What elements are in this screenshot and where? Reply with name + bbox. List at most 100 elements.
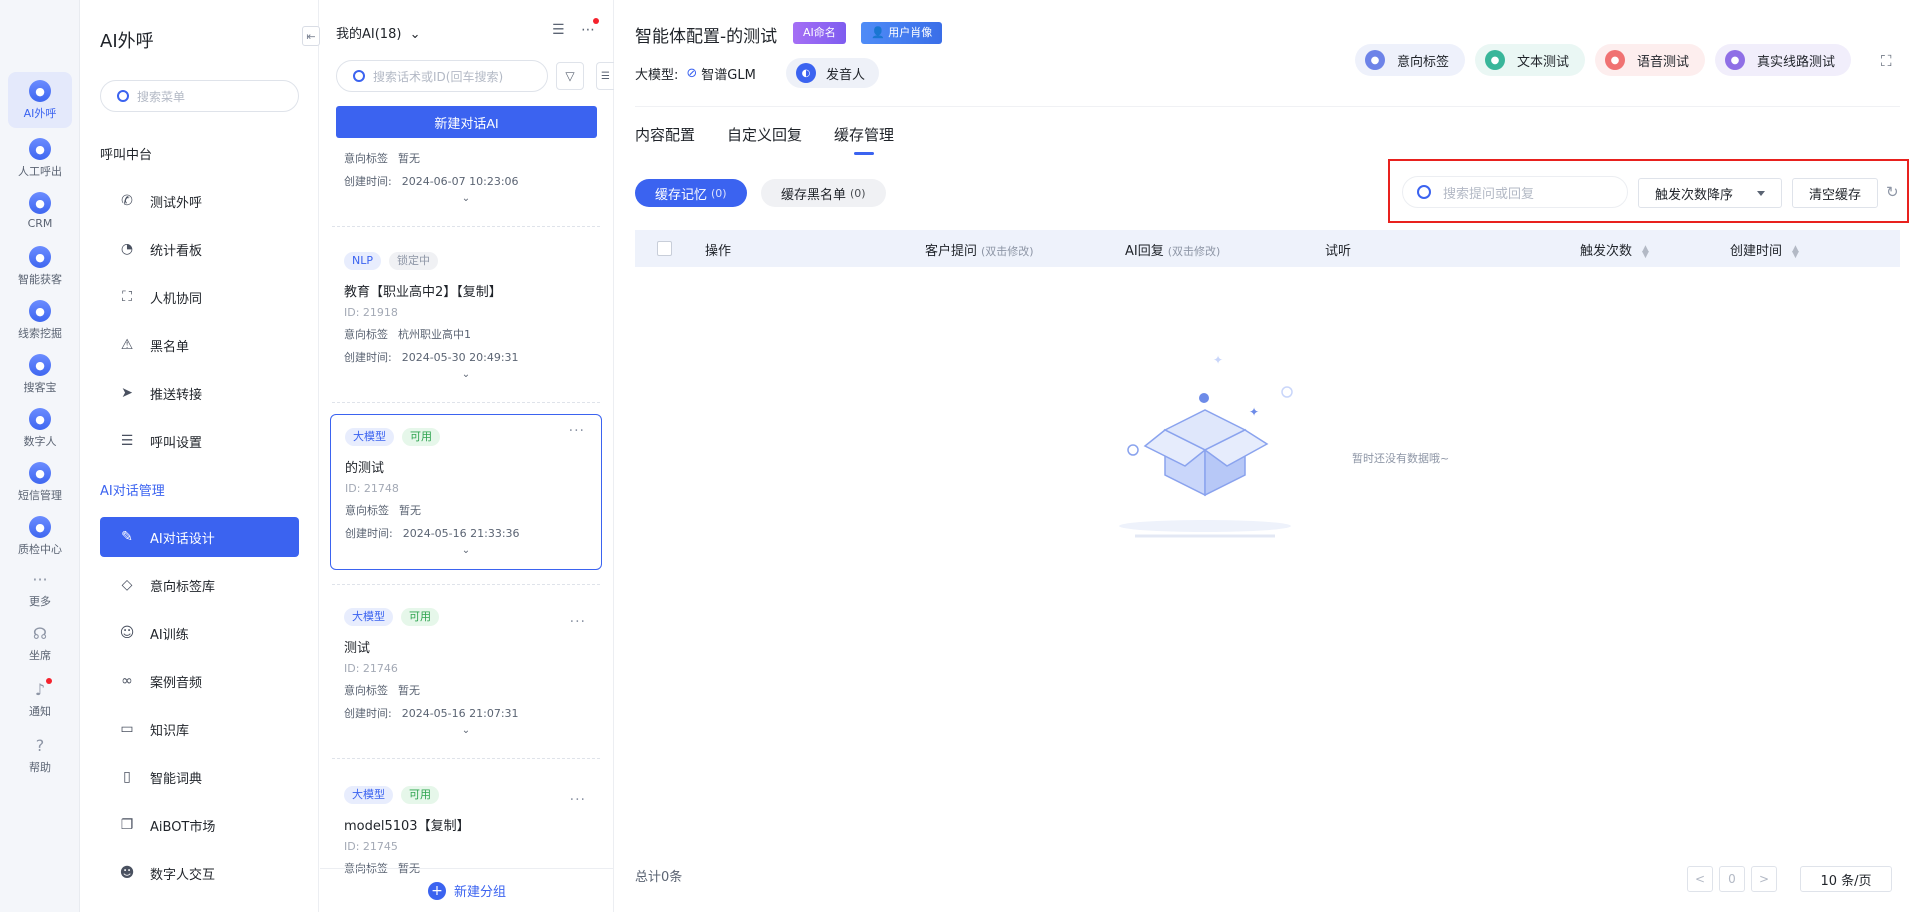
sms-icon: ● [29,462,51,484]
column-header-5[interactable]: 创建时间 ▲ ▼ [1730,240,1799,259]
collapse-menu-button[interactable]: ⇤ [302,26,320,46]
crm-icon: ● [29,192,51,214]
column-label: 客户提问 [925,244,978,259]
tab-0[interactable]: 内容配置 [635,124,695,155]
column-label: 创建时间 [1730,244,1783,259]
menu-item-group2_items-0[interactable]: ✎ AI对话设计 [100,517,299,557]
select-all-checkbox[interactable] [657,241,672,256]
subtab-0[interactable]: 缓存记忆 (0) [635,179,747,207]
menu-item-group2_items-5[interactable]: ▯ 智能词典 [100,757,299,797]
menu-item-group1_items-2[interactable]: ⛶ 人机协同 [100,277,299,317]
rail-item-1[interactable]: ● 人工呼出 [8,138,72,179]
speaker-selector[interactable]: ◐ 发音人 [786,58,880,88]
model-label: 大模型: [635,68,679,83]
ai-search-placeholder: 搜索话术或ID(回车搜索) [373,69,504,84]
list-toggle-icon[interactable]: ☰ [596,62,614,90]
menu-item-group1_items-0[interactable]: ✆ 测试外呼 [100,181,299,221]
ai-card[interactable]: NLP 锁定中 教育【职业高中2】【复制】 ID: 21918 意向标签 杭州职业高中1 创… [330,250,602,380]
more-icon[interactable]: ··· [570,614,586,630]
expand-chevron-icon[interactable]: ⌄ [344,193,588,204]
menu-item-group2_items-7[interactable]: ☻ 数字人交互 [100,853,299,893]
menu-item-group1_items-4[interactable]: ➤ 推送转接 [100,373,299,413]
menu-search-input[interactable]: 搜索菜单 [100,80,299,112]
rail-item-label: 线索挖掘 [18,327,62,340]
menu-group-ai-dialogue[interactable]: AI对话管理 [100,480,165,499]
sort-select[interactable]: 触发次数降序 [1638,178,1782,208]
rail-item-2[interactable]: ● CRM [8,192,72,230]
subtab-1[interactable]: 缓存黑名单 (0) [761,179,886,207]
card-tag-label: 意向标签 [345,504,389,517]
tab-2[interactable]: 缓存管理 [834,124,894,155]
rail-item-3[interactable]: ● 智能获客 [8,246,72,287]
ai-search-input[interactable]: 搜索话术或ID(回车搜索) [336,60,548,92]
menu-item-group1_items-5[interactable]: ☰ 呼叫设置 [100,421,299,461]
next-page-button[interactable]: > [1751,866,1777,892]
new-group-button[interactable]: + 新建分组 [320,868,614,912]
column-header-4[interactable]: 触发次数 ▲ ▼ [1580,240,1649,259]
rail-item-4[interactable]: ● 线索挖掘 [8,300,72,341]
column-header-1: 客户提问 (双击修改) [925,240,1034,259]
sort-icon[interactable]: ▲ ▼ [1792,244,1799,259]
page-size-select[interactable]: 10 条/页 [1800,866,1892,892]
action-doc-button[interactable]: ● 文本测试 [1475,44,1586,76]
more-icon[interactable]: ··· [570,792,586,808]
ai-card[interactable]: 大模型 可用 ··· model5103【复制】 ID: 21745 意向标签 暂无 [330,784,602,876]
rail-item-10[interactable]: ☊ 坐席 [8,622,72,663]
menu-item-icon: ⚠ [120,337,134,353]
ai-card[interactable]: 大模型 可用 ··· 测试 ID: 21746 意向标签 暂无 创建时间: 2024-05-16… [330,606,602,736]
action-line-button[interactable]: ● 真实线路测试 [1715,44,1852,76]
ai-naming-badge[interactable]: AI命名 [793,22,846,44]
ai-card[interactable]: 大模型 可用 ··· 的测试 ID: 21748 意向标签 暂无 创建时间: 2024-05-1… [330,414,602,570]
fullscreen-icon[interactable]: ⛶ [1881,52,1892,70]
action-voice-button[interactable]: ● 语音测试 [1595,44,1706,76]
menu-item-icon: ☻ [119,865,135,881]
menu-item-group2_items-3[interactable]: ∞ 案例音频 [100,661,299,701]
expand-chevron-icon[interactable]: ⌄ [345,545,587,556]
card-tag: 锁定中 [389,252,438,270]
rail-item-label: 帮助 [29,761,51,774]
column-hint: (双击修改) [981,245,1034,258]
menu-item-group2_items-2[interactable]: ☺ AI训练 [100,613,299,653]
menu-item-group1_items-1[interactable]: ◔ 统计看板 [100,229,299,269]
menu-group-call-center: 呼叫中台 [100,148,153,163]
empty-state-text: 暂时还没有数据哦~ [1352,452,1450,465]
menu-item-group2_items-4[interactable]: ▭ 知识库 [100,709,299,749]
expand-chevron-icon[interactable]: ⌄ [344,725,588,736]
cache-search-input[interactable]: 搜索提问或回复 [1402,176,1628,208]
menu-item-group2_items-6[interactable]: ❐ AiBOT市场 [100,805,299,845]
tab-1[interactable]: 自定义回复 [727,124,802,155]
sort-icon[interactable]: ▲ ▼ [1642,244,1649,259]
action-tag-button[interactable]: ● 意向标签 [1355,44,1466,76]
chevron-down-icon: ⌄ [409,27,421,42]
rail-item-5[interactable]: ● 搜客宝 [8,354,72,395]
rail-item-8[interactable]: ● 质检中心 [8,516,72,557]
user-portrait-badge[interactable]: 👤 用户肖像 [861,22,943,44]
clear-cache-button[interactable]: 清空缓存 [1792,178,1878,208]
rail-item-7[interactable]: ● 短信管理 [8,462,72,503]
card-id: ID: 21745 [344,840,398,853]
menu-item-group1_items-3[interactable]: ⚠ 黑名单 [100,325,299,365]
more-icon[interactable]: ··· [569,423,585,439]
ai-card-partial[interactable]: 意向标签 暂无 创建时间: 2024-06-07 10:23:06 ⌄ [330,148,602,204]
expand-chevron-icon[interactable]: ⌄ [344,369,588,380]
menu-item-group2_items-1[interactable]: ◇ 意向标签库 [100,565,299,605]
prev-page-button[interactable]: < [1687,866,1713,892]
rail-item-0[interactable]: ● AI外呼 [8,72,72,128]
card-created-label: 创建时间: [344,707,392,720]
card-created-label: 创建时间: [345,527,393,540]
rail-item-6[interactable]: ● 数字人 [8,408,72,449]
rail-item-11[interactable]: ♪ 通知 [8,678,72,719]
new-dialogue-ai-button[interactable]: 新建对话AI [336,106,597,138]
refresh-icon[interactable]: ↻ [1886,183,1899,201]
main-panel: 智能体配置-的测试 AI命名 👤 用户肖像 大模型: ⊘ 智谱GLM ◐ 发音人… [615,0,1920,912]
rail-item-12[interactable]: ? 帮助 [8,734,72,775]
card-divider [332,584,600,585]
subtab-label: 缓存记忆 [655,187,708,203]
page-title: 智能体配置-的测试 [635,27,778,47]
filter-icon[interactable]: ▽ [556,62,584,90]
ai-list-header[interactable]: 我的AI(18) ⌄ [336,23,420,42]
list-sort-more-icon[interactable]: ☰ ⋯ [552,22,601,38]
menu-item-label: 统计看板 [150,243,203,259]
page-number[interactable]: 0 [1719,866,1745,892]
rail-item-9[interactable]: ··· 更多 [8,568,72,609]
